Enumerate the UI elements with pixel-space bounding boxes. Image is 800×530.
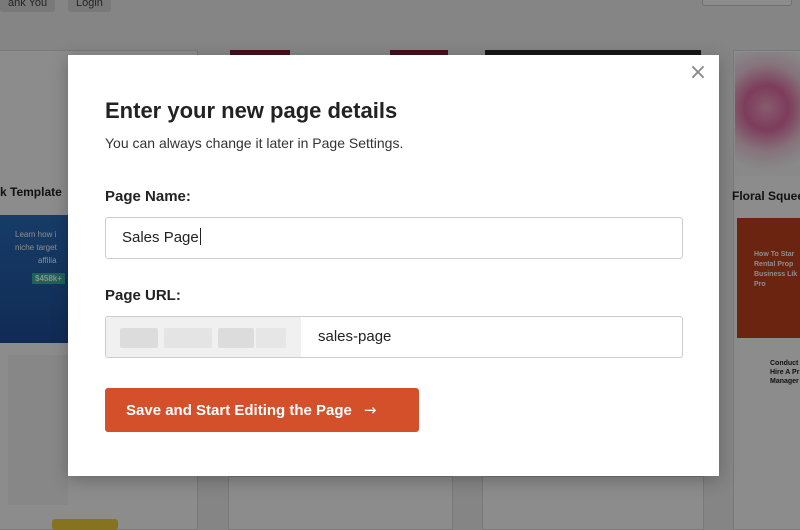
page-url-slug: sales-page	[318, 328, 392, 345]
save-button-label: Save and Start Editing the Page	[126, 402, 352, 419]
close-icon[interactable]: ×	[687, 62, 709, 85]
save-and-edit-button[interactable]: Save and Start Editing the Page →	[105, 388, 419, 432]
dialog-title: Enter your new page details	[105, 98, 398, 123]
redacted-domain	[218, 328, 254, 348]
new-page-dialog: × Enter your new page details You can al…	[68, 55, 719, 476]
text-caret	[199, 228, 201, 245]
redacted-domain	[120, 328, 158, 348]
dialog-subtitle: You can always change it later in Page S…	[105, 135, 404, 151]
page-url-field[interactable]: sales-page	[105, 316, 683, 358]
page-name-input[interactable]: Sales Page	[105, 217, 683, 259]
page-name-value: Sales Page	[122, 229, 199, 246]
arrow-right-icon: →	[363, 401, 377, 419]
page-name-label: Page Name:	[105, 188, 191, 205]
url-domain-prefix	[106, 317, 301, 357]
redacted-domain	[256, 328, 286, 348]
page-url-label: Page URL:	[105, 287, 181, 304]
redacted-domain	[164, 328, 212, 348]
